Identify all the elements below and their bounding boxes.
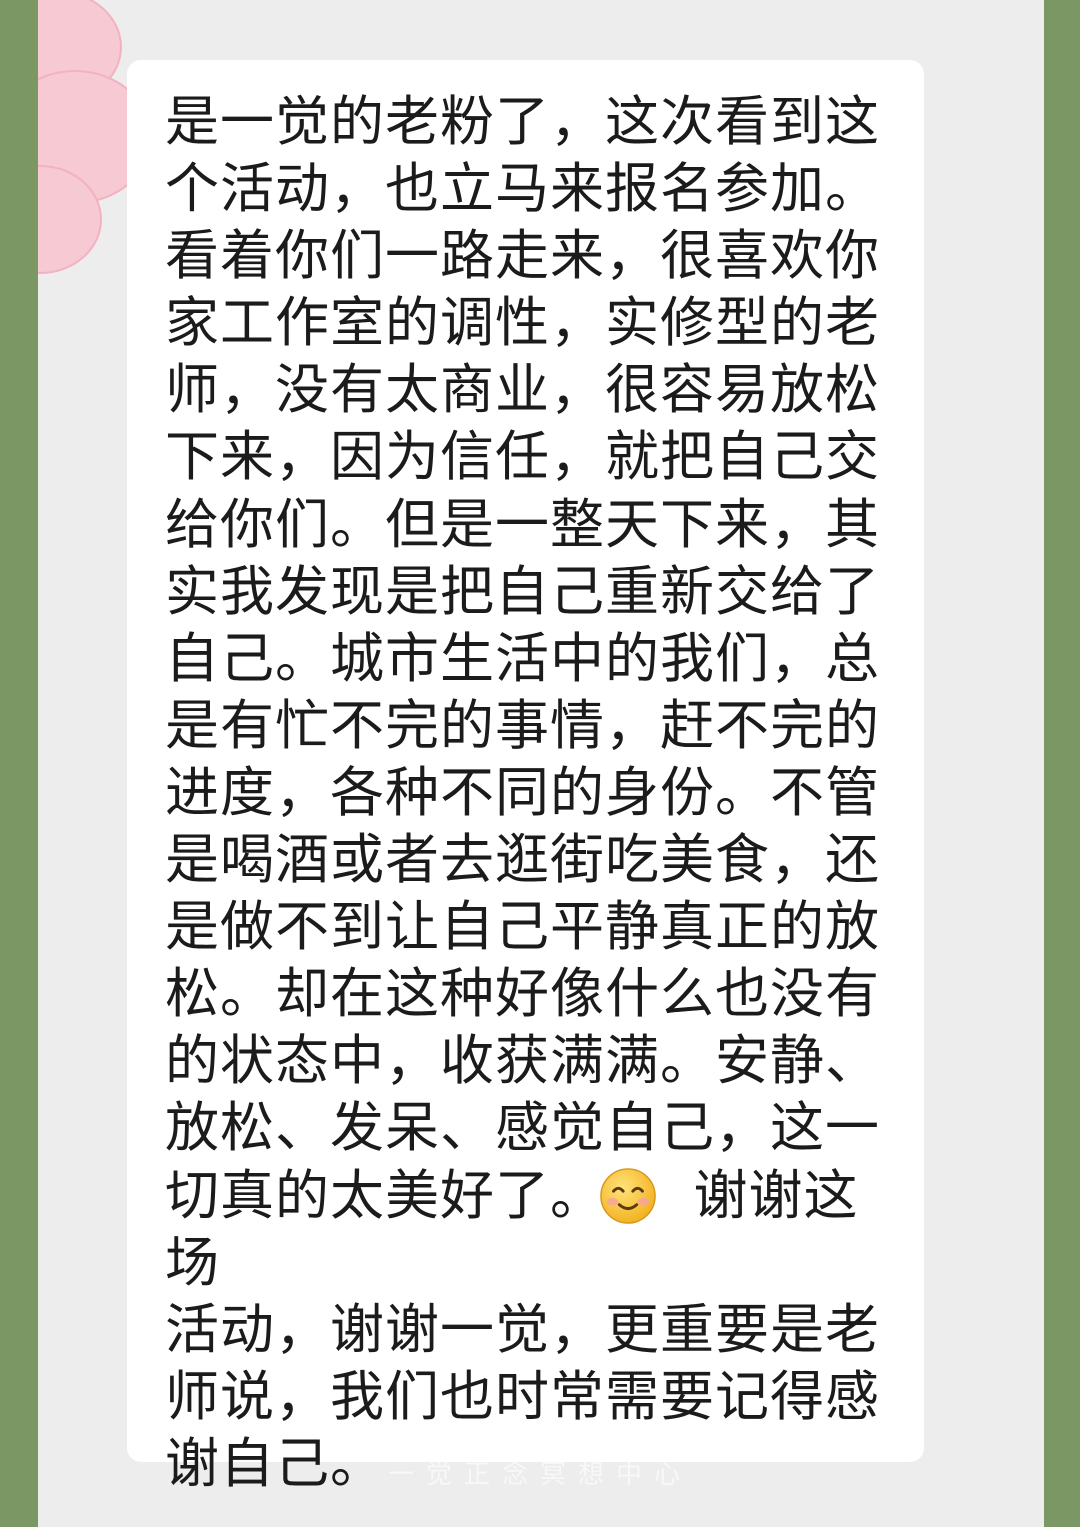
message-text: 是一觉的老粉了，这次看到这 个活动，也立马来报名参加。 看着你们一路走来，很喜欢… — [165, 90, 880, 1495]
smile-icon — [600, 1168, 656, 1224]
message-bubble[interactable]: 是一觉的老粉了，这次看到这 个活动，也立马来报名参加。 看着你们一路走来，很喜欢… — [127, 60, 924, 1495]
watermark: 一觉正念冥想中心 — [387, 1460, 692, 1490]
